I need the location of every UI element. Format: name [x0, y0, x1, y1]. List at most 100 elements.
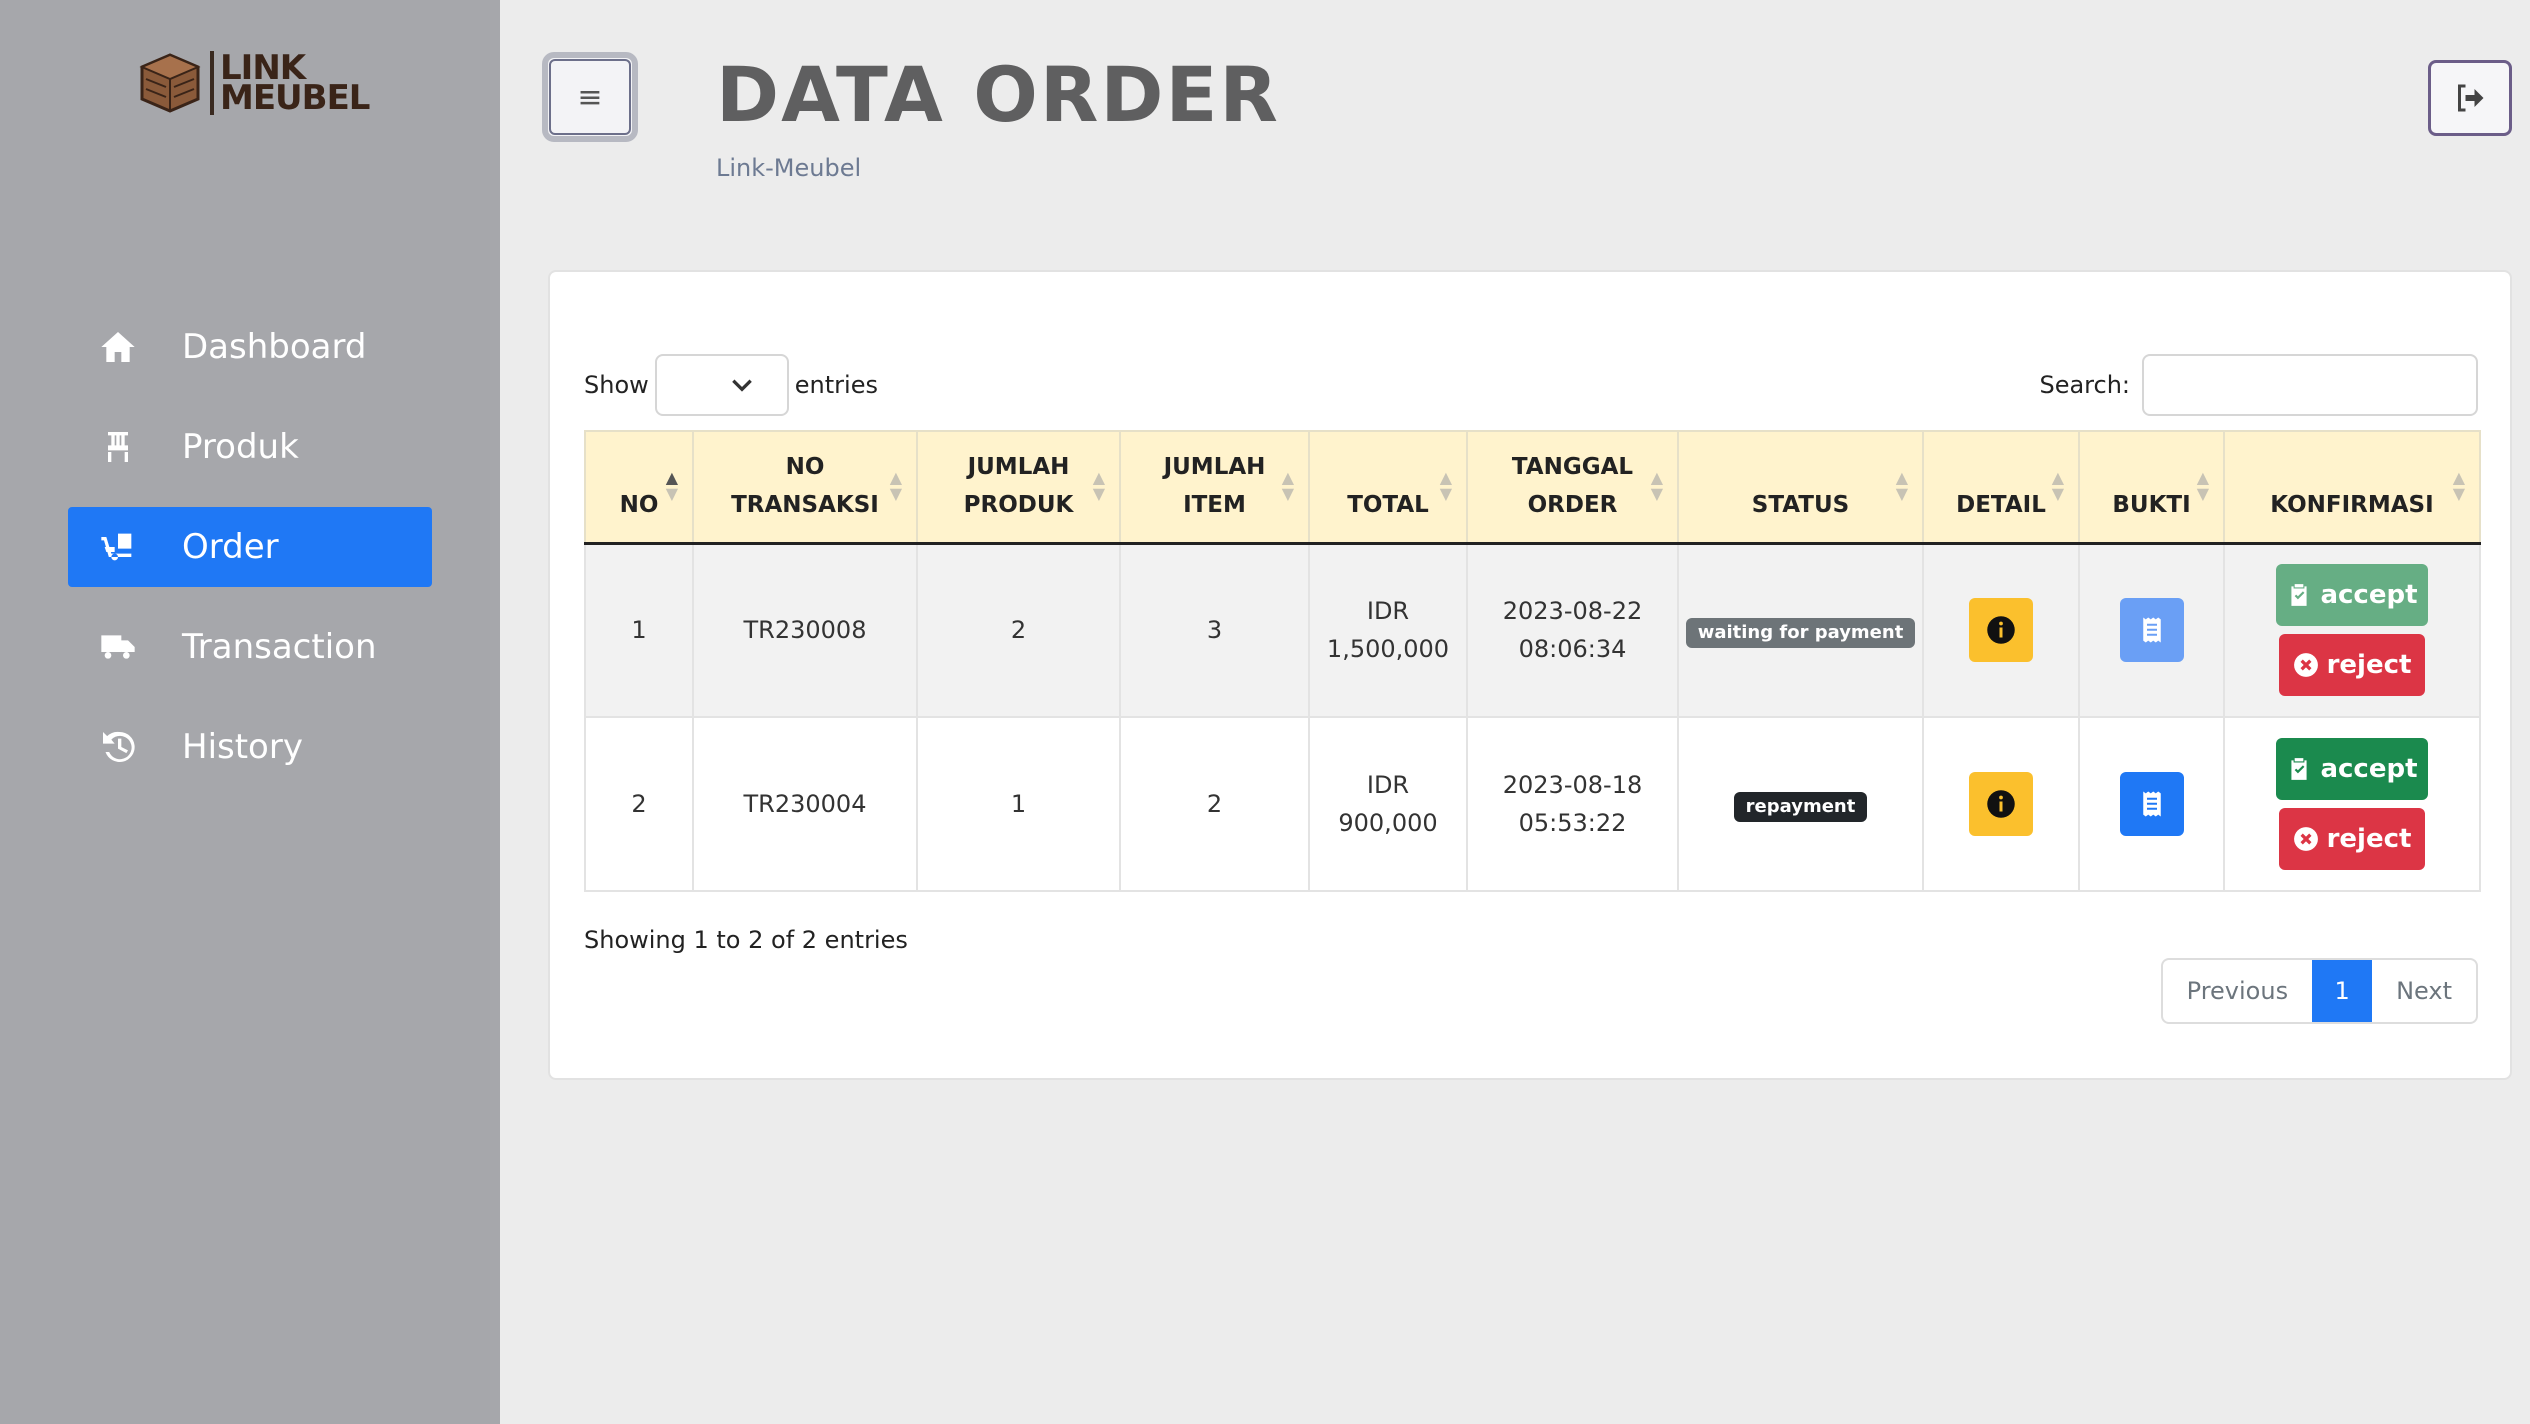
cell-detail: [1922, 716, 2080, 892]
sidebar-item-label: Produk: [182, 427, 299, 467]
receipt-icon: [2142, 791, 2161, 817]
cell-no: 2: [584, 716, 694, 892]
table-row: 2 TR230004 1 2 IDR 900,000 2023-08-18 05:5…: [584, 716, 2481, 892]
receipt-icon: [2142, 617, 2161, 643]
sidebar-toggle-button[interactable]: ≡: [542, 52, 638, 142]
logo-divider: [210, 51, 214, 115]
table-row: 1 TR230008 2 3 IDR 1,500,000 2023-08-22 08…: [584, 542, 2481, 718]
truck-icon: [96, 625, 140, 669]
search-input[interactable]: [2142, 354, 2478, 416]
x-circle-icon: [2293, 827, 2318, 851]
reject-button[interactable]: reject: [2279, 808, 2425, 870]
page-1-button[interactable]: 1: [2312, 960, 2373, 1022]
status-badge: repayment: [1733, 792, 1868, 822]
sidebar-item-order[interactable]: Order: [68, 507, 432, 587]
cell-status: repayment: [1677, 716, 1924, 892]
accept-button[interactable]: accept: [2276, 738, 2428, 800]
cell-tanggal: 2023-08-18 05:53:22: [1466, 716, 1679, 892]
cell-no: 1: [584, 542, 694, 718]
next-page-button[interactable]: Next: [2372, 960, 2476, 1022]
pagination: Previous 1 Next: [2160, 958, 2478, 1024]
sort-icon: ▲ ▼: [2196, 468, 2209, 503]
column-header-bukti[interactable]: BUKTI ▲ ▼: [2078, 430, 2225, 545]
cell-bukti: [2078, 716, 2225, 892]
cell-jumlah-item: 3: [1119, 542, 1310, 718]
cell-transaksi: TR230008: [692, 542, 918, 718]
cell-jumlah-produk: 1: [916, 716, 1121, 892]
column-header-jumlah-produk[interactable]: JUMLAH PRODUK ▲ ▼: [916, 430, 1121, 545]
chevron-down-icon: [731, 379, 752, 392]
entries-label: entries: [794, 371, 878, 399]
cell-tanggal: 2023-08-22 08:06:34: [1466, 542, 1679, 718]
cell-jumlah-produk: 2: [916, 542, 1121, 718]
cell-total: IDR 1,500,000: [1308, 542, 1468, 718]
brand-line2: MEUBEL: [220, 78, 370, 118]
brand-name: LINK MEUBEL: [220, 51, 370, 118]
column-header-konfirmasi[interactable]: KONFIRMASI ▲ ▼: [2223, 430, 2481, 545]
sort-icon: ▲ ▼: [1281, 468, 1294, 503]
detail-button[interactable]: [1969, 772, 2033, 836]
show-entries-control: Show entries: [584, 354, 878, 416]
x-circle-icon: [2293, 653, 2318, 678]
sort-icon: ▲ ▼: [1895, 468, 1908, 503]
home-icon: [96, 325, 140, 369]
crate-logo-icon: [139, 53, 201, 113]
sidebar: LINK MEUBEL Dashboard Produk Order Trans…: [0, 0, 500, 1424]
show-label: Show: [584, 371, 649, 399]
receipt-button[interactable]: [2119, 598, 2184, 663]
sidebar-item-label: Transaction: [182, 627, 377, 667]
sidebar-item-produk[interactable]: Produk: [68, 407, 432, 487]
sidebar-nav: Dashboard Produk Order Transaction Histo…: [68, 307, 432, 807]
history-icon: [96, 725, 140, 769]
logout-button[interactable]: [2428, 60, 2512, 136]
status-badge: waiting for payment: [1685, 618, 1916, 649]
detail-button[interactable]: [1969, 598, 2033, 663]
sort-icon: ▲ ▼: [2452, 468, 2465, 503]
sidebar-item-history[interactable]: History: [68, 707, 432, 787]
info-icon: [1987, 616, 2015, 644]
cell-status: waiting for payment: [1677, 542, 1924, 718]
cell-konfirmasi: accept reject: [2223, 542, 2481, 718]
sidebar-item-label: Order: [182, 527, 279, 567]
table-header-row: NO ▲ ▼ NO TRANSAKSI ▲ ▼ JUMLAH PRODUK ▲ ▼ JUMLAH…: [584, 430, 2481, 545]
cell-konfirmasi: accept reject: [2223, 716, 2481, 892]
orders-table: NO ▲ ▼ NO TRANSAKSI ▲ ▼ JUMLAH PRODUK ▲ ▼ JUMLAH…: [584, 430, 2481, 892]
page-title: DATA ORDER: [716, 50, 1280, 139]
column-header-detail[interactable]: DETAIL ▲ ▼: [1922, 430, 2080, 545]
cell-total: IDR 900,000: [1308, 716, 1468, 892]
entries-select[interactable]: [654, 354, 789, 416]
dolly-icon: [96, 525, 140, 569]
clipboard-check-icon: [2291, 758, 2308, 780]
column-header-tanggal-order[interactable]: TANGGAL ORDER ▲ ▼: [1466, 430, 1679, 545]
table-info: Showing 1 to 2 of 2 entries: [584, 926, 908, 954]
sort-icon: ▲ ▼: [1092, 468, 1105, 503]
sort-icon: ▲ ▼: [665, 468, 678, 503]
chair-icon: [96, 425, 140, 469]
column-header-jumlah-item[interactable]: JUMLAH ITEM ▲ ▼: [1119, 430, 1310, 545]
menu-icon: ≡: [549, 59, 631, 135]
info-icon: [1987, 790, 2015, 818]
search-control: Search:: [2039, 354, 2478, 416]
cell-transaksi: TR230004: [692, 716, 918, 892]
sort-icon: ▲ ▼: [2051, 468, 2064, 503]
reject-button[interactable]: reject: [2279, 634, 2425, 697]
cell-jumlah-item: 2: [1119, 716, 1310, 892]
sidebar-item-dashboard[interactable]: Dashboard: [68, 307, 432, 387]
column-header-no[interactable]: NO ▲ ▼: [584, 430, 694, 545]
cell-bukti: [2078, 542, 2225, 718]
column-header-transaksi[interactable]: NO TRANSAKSI ▲ ▼: [692, 430, 918, 545]
accept-button[interactable]: accept: [2276, 564, 2428, 627]
column-header-status[interactable]: STATUS ▲ ▼: [1677, 430, 1924, 545]
column-header-total[interactable]: TOTAL ▲ ▼: [1308, 430, 1468, 545]
search-label: Search:: [2039, 371, 2130, 399]
previous-page-button[interactable]: Previous: [2163, 960, 2312, 1022]
page-subtitle: Link-Meubel: [716, 154, 862, 182]
sidebar-item-transaction[interactable]: Transaction: [68, 607, 432, 687]
receipt-button[interactable]: [2119, 772, 2184, 836]
sort-icon: ▲ ▼: [889, 468, 902, 503]
brand-logo[interactable]: LINK MEUBEL: [138, 46, 378, 120]
clipboard-check-icon: [2291, 584, 2308, 607]
sort-icon: ▲ ▼: [1650, 468, 1663, 503]
logout-icon: [2458, 84, 2484, 112]
sidebar-item-label: History: [182, 727, 303, 767]
